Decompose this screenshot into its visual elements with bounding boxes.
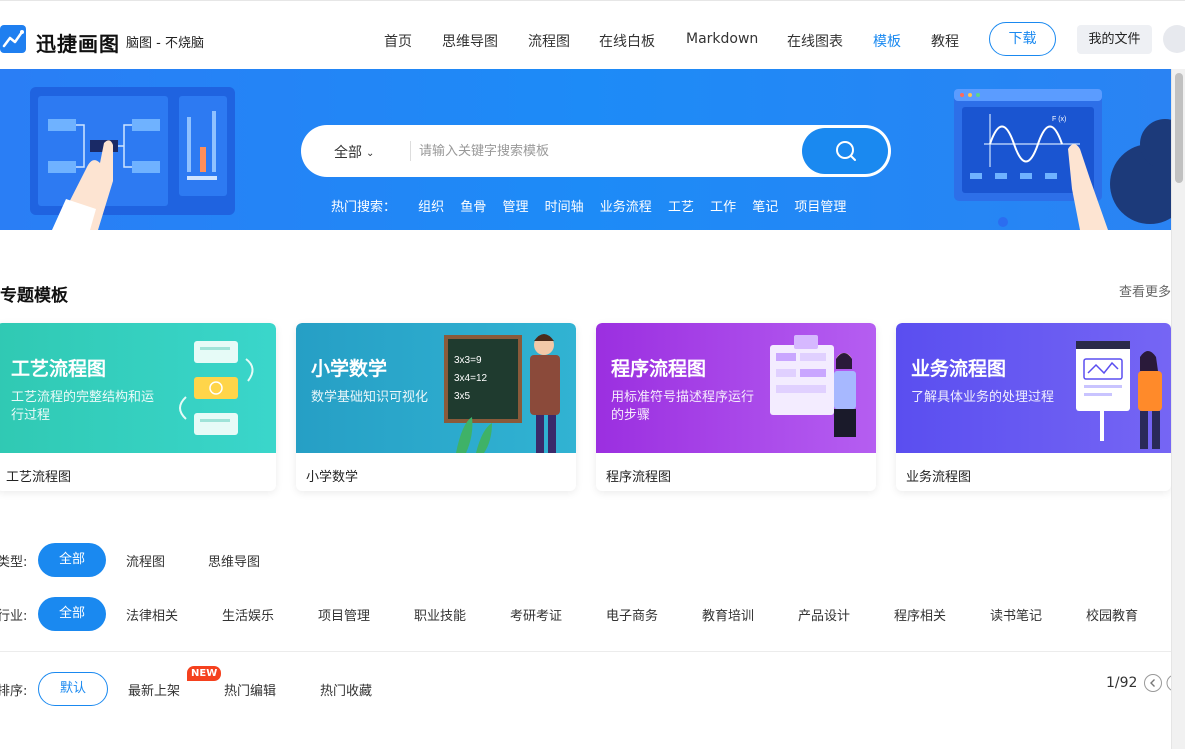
program-board-icon: [770, 335, 856, 437]
svg-text:3x5: 3x5: [454, 391, 471, 402]
nav-templates[interactable]: 模板: [873, 31, 901, 51]
filter-divider: [0, 651, 1171, 652]
chevron-down-icon: ⌄: [366, 148, 375, 159]
topic-card-primary-math[interactable]: 小学数学 数学基础知识可视化 3x3=9 3x4=12 3x5 小学数学: [296, 323, 576, 491]
topic-card-banner: 工艺流程图 工艺流程的完整结构和运行过程: [0, 323, 276, 453]
hot-searches: 热门搜索： 组织 鱼骨 管理 时间轴 业务流程 工艺 工作 笔记 项目管理: [331, 196, 858, 215]
filter-industry-option[interactable]: 生活娱乐: [222, 605, 274, 624]
my-files-button[interactable]: 我的文件: [1077, 25, 1152, 54]
see-more-link[interactable]: 查看更多: [1119, 281, 1171, 300]
topic-card-caption: 小学数学: [306, 470, 359, 485]
business-presentation-icon: [1076, 341, 1162, 449]
hot-search-term[interactable]: 业务流程: [600, 196, 652, 215]
hot-search-term[interactable]: 管理: [502, 196, 528, 215]
filter-type-all[interactable]: 全部: [38, 543, 106, 577]
sort-label: 排序:: [0, 684, 28, 699]
page-scrollbar[interactable]: [1171, 69, 1185, 749]
filter-industry-option[interactable]: 电子商务: [606, 605, 658, 624]
nav-tutorials[interactable]: 教程: [931, 31, 959, 51]
hot-search-label: 热门搜索：: [331, 200, 397, 215]
hot-search-term[interactable]: 组织: [418, 196, 444, 215]
topic-card-program-flow[interactable]: 程序流程图 用标准符号描述程序运行的步骤 程序流程图: [596, 323, 876, 491]
search-category-select[interactable]: 全部 ⌄: [334, 142, 374, 162]
topic-card-banner: 业务流程图 了解具体业务的处理过程: [896, 323, 1171, 453]
sort-newest[interactable]: 最新上架: [128, 680, 180, 699]
download-button[interactable]: 下载: [989, 22, 1056, 56]
filter-industry-option[interactable]: 考研考证: [510, 605, 562, 624]
brand-slogan: 脑图 - 不烧脑: [126, 36, 204, 51]
pagination-indicator: 1/92: [1106, 675, 1138, 691]
filter-industry-option[interactable]: 职业技能: [414, 605, 466, 624]
section-title-topics: 专题模板: [0, 286, 68, 306]
svg-text:3x3=9: 3x3=9: [454, 355, 482, 366]
sort-default[interactable]: 默认: [38, 672, 108, 706]
filter-industry-all[interactable]: 全部: [38, 597, 106, 631]
topic-card-title: 程序流程图: [611, 358, 707, 380]
nav-flowchart[interactable]: 流程图: [528, 31, 570, 51]
filter-industry-option[interactable]: 产品设计: [798, 605, 850, 624]
hot-search-term[interactable]: 鱼骨: [460, 196, 486, 215]
topic-card-caption: 工艺流程图: [6, 470, 72, 485]
nav-home[interactable]: 首页: [384, 31, 412, 51]
scrollbar-thumb[interactable]: [1175, 73, 1183, 183]
flowchart-illustration: [30, 87, 235, 230]
search-button[interactable]: [802, 128, 888, 174]
topic-card-title: 业务流程图: [911, 358, 1007, 380]
filter-type-flowchart[interactable]: 流程图: [126, 551, 165, 570]
search-category-label: 全部: [334, 145, 362, 161]
hot-search-term[interactable]: 笔记: [752, 196, 778, 215]
topic-card-banner: 小学数学 数学基础知识可视化 3x3=9 3x4=12 3x5: [296, 323, 576, 453]
filter-type-label: 类型:: [0, 555, 28, 570]
prev-page-button[interactable]: [1144, 674, 1162, 692]
top-navigation: 迅捷画图 脑图 - 不烧脑 首页 思维导图 流程图 在线白板 Markdown …: [0, 0, 1185, 69]
search-icon: [836, 141, 856, 161]
filter-industry-option[interactable]: 读书笔记: [990, 605, 1042, 624]
search-input[interactable]: [419, 139, 799, 163]
nav-markdown[interactable]: Markdown: [686, 31, 758, 47]
hot-search-term[interactable]: 工艺: [668, 196, 694, 215]
chevron-left-icon: [1150, 679, 1155, 687]
hot-search-term[interactable]: 工作: [710, 196, 736, 215]
filter-industry-option[interactable]: 法律相关: [126, 605, 178, 624]
svg-text:F (x): F (x): [1052, 116, 1066, 123]
filter-industry-option[interactable]: 教育培训: [702, 605, 754, 624]
search-box: 全部 ⌄: [301, 125, 891, 177]
sort-hot-favorite[interactable]: 热门收藏: [320, 680, 372, 699]
hot-search-term[interactable]: 项目管理: [794, 196, 846, 215]
process-diagram-icon: [179, 341, 254, 435]
topic-card-title: 小学数学: [311, 358, 388, 380]
topic-card-process-flow[interactable]: 工艺流程图 工艺流程的完整结构和运行过程 工艺流程图: [0, 323, 276, 491]
filter-type-mindmap[interactable]: 思维导图: [208, 551, 260, 570]
topic-card-caption: 业务流程图: [906, 470, 972, 485]
topic-card-banner: 程序流程图 用标准符号描述程序运行的步骤: [596, 323, 876, 453]
teacher-blackboard-icon: 3x3=9 3x4=12 3x5: [444, 334, 560, 453]
nav-mindmap[interactable]: 思维导图: [442, 31, 498, 51]
topic-card-caption: 程序流程图: [606, 470, 672, 485]
hot-search-term[interactable]: 时间轴: [545, 196, 584, 215]
filter-industry-label: 行业:: [0, 609, 28, 624]
svg-text:3x4=12: 3x4=12: [454, 373, 488, 384]
nav-whiteboard[interactable]: 在线白板: [599, 31, 655, 51]
search-divider: [410, 141, 411, 161]
topic-card-business-flow[interactable]: 业务流程图 了解具体业务的处理过程 业务流程图: [896, 323, 1171, 491]
sort-hot-edit[interactable]: 热门编辑: [224, 680, 276, 699]
logo-icon[interactable]: [0, 25, 26, 53]
brand-name[interactable]: 迅捷画图: [36, 28, 120, 57]
nav-online-chart[interactable]: 在线图表: [787, 31, 843, 51]
filter-industry-option[interactable]: 程序相关: [894, 605, 946, 624]
filter-industry-option[interactable]: 校园教育: [1086, 605, 1138, 624]
chart-illustration: F (x): [954, 89, 1171, 230]
topic-card-title: 工艺流程图: [11, 358, 107, 380]
hero-banner: 全部 ⌄ 热门搜索： 组织 鱼骨 管理 时间轴 业务流程 工艺 工作 笔记 项目管…: [0, 69, 1171, 230]
filter-industry-option[interactable]: 项目管理: [318, 605, 370, 624]
new-badge: NEW: [187, 666, 222, 681]
avatar[interactable]: [1163, 25, 1185, 53]
